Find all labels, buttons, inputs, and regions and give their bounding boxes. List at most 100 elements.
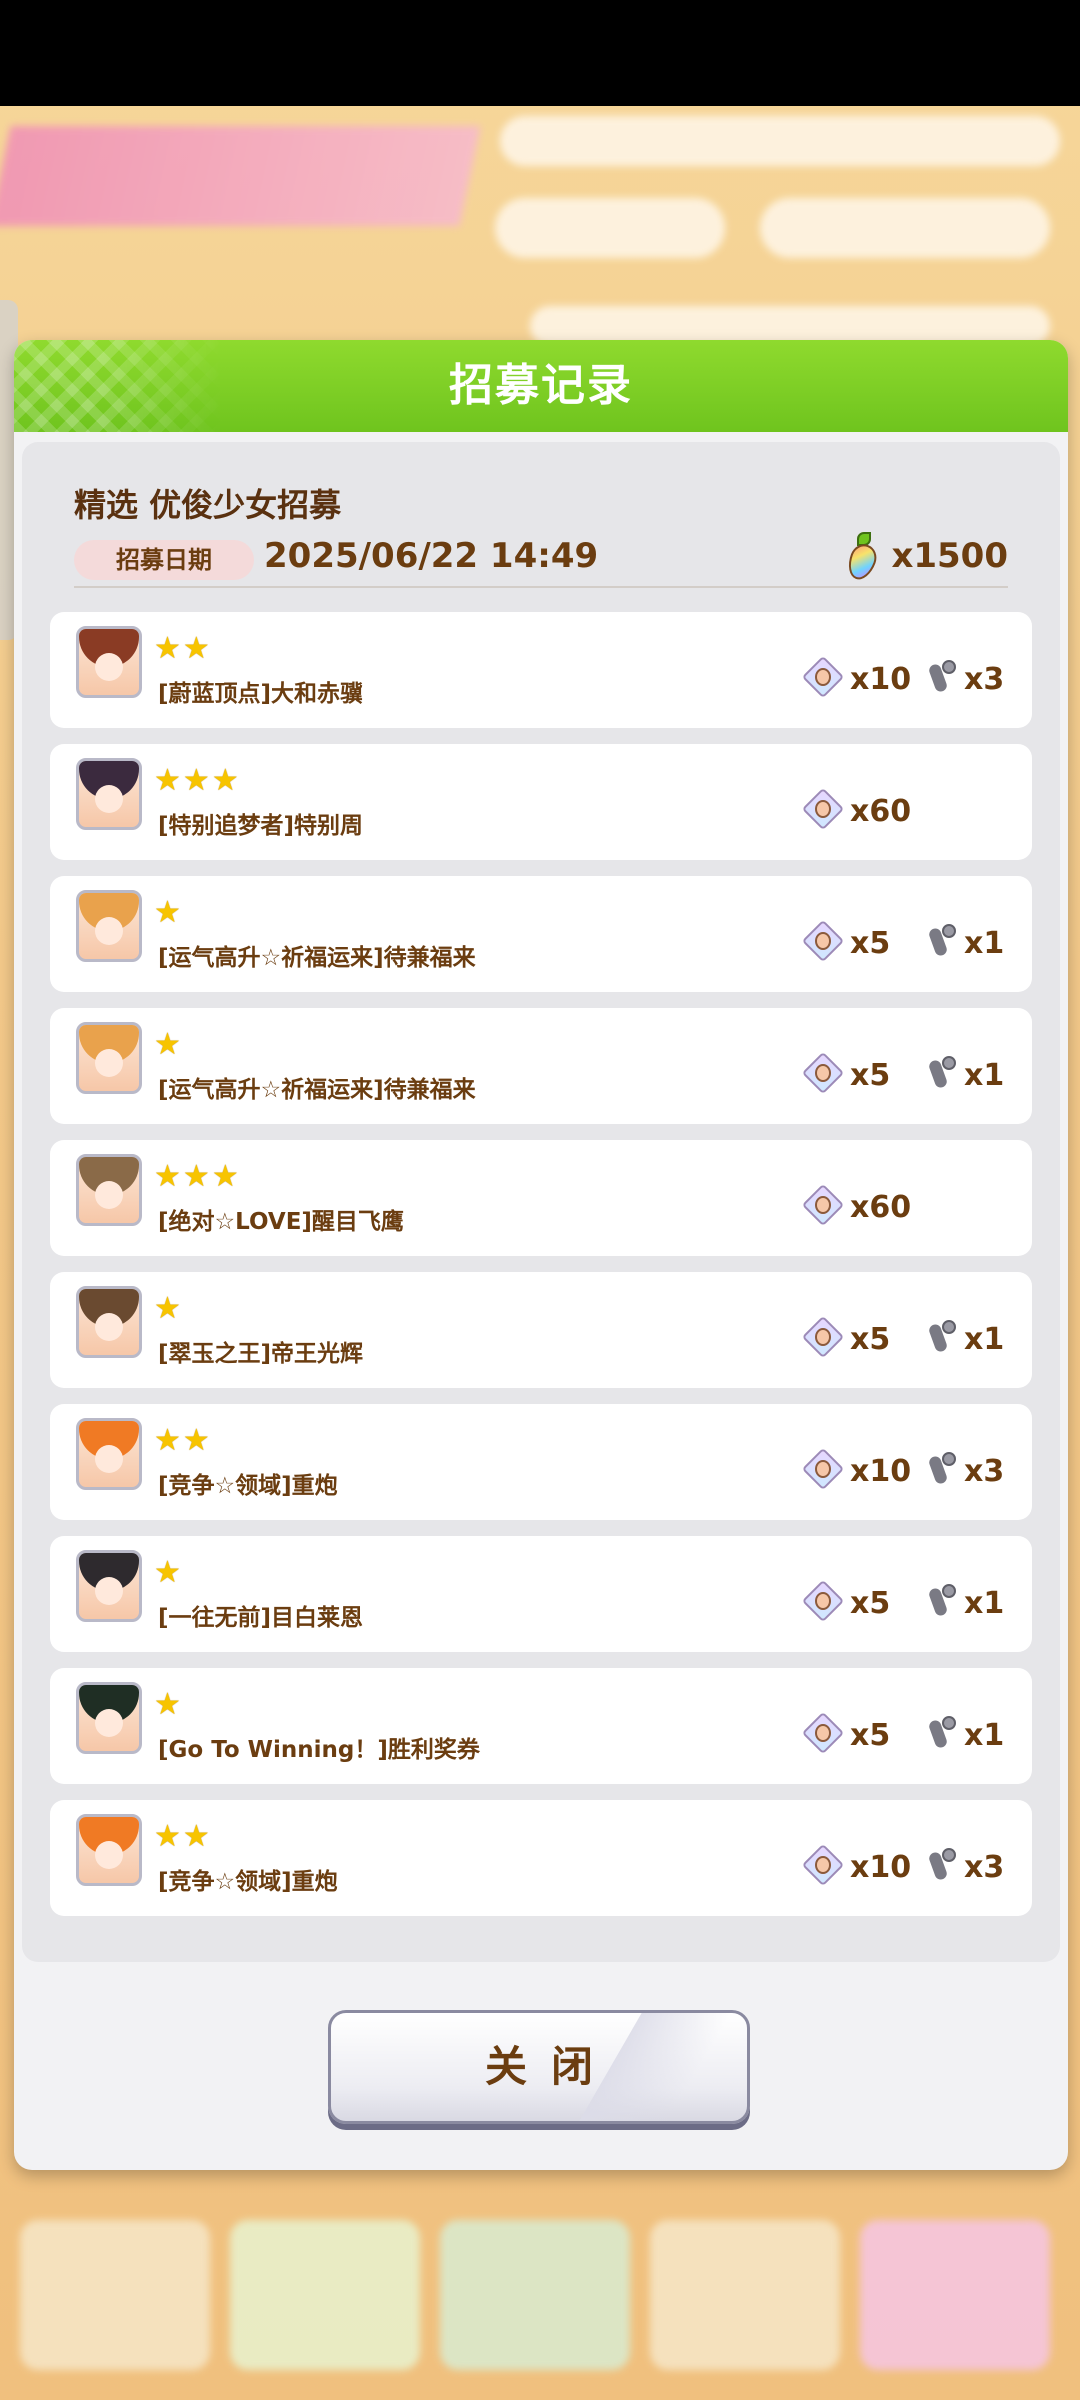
- character-avatar[interactable]: [76, 626, 142, 698]
- piece-icon: [801, 1183, 845, 1227]
- horseshoe-quantity: x1: [964, 1058, 1005, 1093]
- background-banner: [0, 126, 481, 226]
- status-bar: [0, 0, 1080, 106]
- horseshoe-quantity: x1: [964, 1586, 1005, 1621]
- horseshoe-icon: [926, 1846, 960, 1886]
- dialog-header: 招募记录: [14, 340, 1068, 432]
- character-avatar[interactable]: [76, 1022, 142, 1094]
- recruit-history-dialog: 招募记录 精选 优俊少女招募 招募日期 2025/06/22 14:49 x15…: [14, 340, 1068, 2170]
- divider: [74, 586, 1008, 588]
- piece-quantity: x5: [850, 1058, 891, 1093]
- character-avatar[interactable]: [76, 1682, 142, 1754]
- rarity-stars: ★ ★: [154, 1426, 210, 1456]
- piece-quantity: x5: [850, 1718, 891, 1753]
- horseshoe-icon: [926, 1318, 960, 1358]
- star-icon: ★: [211, 763, 239, 798]
- piece-icon: [801, 787, 845, 831]
- piece-quantity: x60: [850, 794, 912, 829]
- background-button: [495, 198, 725, 258]
- piece-icon: [801, 655, 845, 699]
- character-avatar[interactable]: [76, 1154, 142, 1226]
- horseshoe-icon: [926, 1054, 960, 1094]
- horseshoe-icon: [926, 658, 960, 698]
- piece-quantity: x10: [850, 1850, 912, 1885]
- horseshoe-quantity: x1: [964, 1718, 1005, 1753]
- background-tab: [20, 2220, 210, 2370]
- star-icon: ★: [182, 1159, 210, 1194]
- star-icon: ★: [154, 1687, 181, 1722]
- cost-display: x1500: [844, 530, 1008, 584]
- rarity-stars: ★ ★: [154, 1822, 210, 1852]
- character-avatar[interactable]: [76, 1418, 142, 1490]
- character-name: [运气高升☆祈福运来]待兼福来: [158, 1077, 476, 1103]
- banner-name: 精选 优俊少女招募: [74, 486, 342, 524]
- star-icon: ★: [154, 895, 181, 930]
- result-row: ★ [翠玉之王]帝王光辉 x5 x1: [50, 1272, 1032, 1388]
- star-icon: ★: [154, 1423, 181, 1458]
- piece-quantity: x5: [850, 926, 891, 961]
- result-row: ★ ★ [竞争☆领域]重炮 x10 x3: [50, 1404, 1032, 1520]
- close-button[interactable]: 关闭: [328, 2010, 750, 2124]
- date-value: 2025/06/22 14:49: [264, 536, 599, 576]
- dialog-title: 招募记录: [449, 360, 633, 411]
- horseshoe-quantity: x1: [964, 926, 1005, 961]
- horseshoe-icon: [926, 1450, 960, 1490]
- horseshoe-quantity: x3: [964, 1850, 1005, 1885]
- result-row: ★ ★ ★ [绝对☆LOVE]醒目飞鹰 x60: [50, 1140, 1032, 1256]
- piece-quantity: x5: [850, 1586, 891, 1621]
- character-name: [竞争☆领域]重炮: [158, 1473, 338, 1499]
- background-tab: [860, 2220, 1050, 2370]
- piece-icon: [801, 1447, 845, 1491]
- star-icon: ★: [182, 763, 210, 798]
- rarity-stars: ★: [154, 1294, 181, 1324]
- rarity-stars: ★: [154, 1558, 181, 1588]
- piece-quantity: x60: [850, 1190, 912, 1225]
- star-icon: ★: [154, 763, 181, 798]
- character-avatar[interactable]: [76, 1814, 142, 1886]
- piece-icon: [801, 919, 845, 963]
- star-icon: ★: [182, 631, 210, 666]
- character-name: [一往无前]目白莱恩: [158, 1605, 364, 1631]
- character-avatar[interactable]: [76, 758, 142, 830]
- piece-icon: [801, 1579, 845, 1623]
- horseshoe-icon: [926, 1714, 960, 1754]
- result-row: ★ [一往无前]目白莱恩 x5 x1: [50, 1536, 1032, 1652]
- cost-value: x1500: [891, 536, 1008, 576]
- horseshoe-icon: [926, 1582, 960, 1622]
- horseshoe-icon: [926, 922, 960, 962]
- background-tab: [650, 2220, 840, 2370]
- character-avatar[interactable]: [76, 1550, 142, 1622]
- rarity-stars: ★ ★ ★: [154, 766, 239, 796]
- rarity-stars: ★ ★: [154, 634, 210, 664]
- character-name: [运气高升☆祈福运来]待兼福来: [158, 945, 476, 971]
- star-icon: ★: [154, 631, 181, 666]
- character-avatar[interactable]: [76, 1286, 142, 1358]
- result-row: ★ ★ [蔚蓝顶点]大和赤骥 x10 x3: [50, 612, 1032, 728]
- character-name: [蔚蓝顶点]大和赤骥: [158, 681, 364, 707]
- character-name: [绝对☆LOVE]醒目飞鹰: [158, 1209, 404, 1235]
- character-name: [特别追梦者]特别周: [158, 813, 364, 839]
- character-avatar[interactable]: [76, 890, 142, 962]
- rarity-stars: ★: [154, 898, 181, 928]
- piece-icon: [801, 1711, 845, 1755]
- background-button: [760, 198, 1050, 258]
- rarity-stars: ★ ★ ★: [154, 1162, 239, 1192]
- character-name: [翠玉之王]帝王光辉: [158, 1341, 364, 1367]
- piece-quantity: x10: [850, 662, 912, 697]
- piece-icon: [801, 1051, 845, 1095]
- star-icon: ★: [182, 1423, 210, 1458]
- background-tab: [440, 2220, 630, 2370]
- date-label: 招募日期: [74, 540, 254, 580]
- horseshoe-quantity: x3: [964, 662, 1005, 697]
- star-icon: ★: [211, 1159, 239, 1194]
- star-icon: ★: [154, 1819, 181, 1854]
- character-name: [Go To Winning！]胜利奖券: [158, 1737, 480, 1763]
- star-icon: ★: [182, 1819, 210, 1854]
- star-icon: ★: [154, 1027, 181, 1062]
- result-row: ★ [运气高升☆祈福运来]待兼福来 x5 x1: [50, 1008, 1032, 1124]
- rarity-stars: ★: [154, 1030, 181, 1060]
- background-currency-bar: [500, 116, 1060, 166]
- result-row: ★ ★ ★ [特别追梦者]特别周 x60: [50, 744, 1032, 860]
- close-button-label: 关闭: [484, 2042, 617, 2091]
- result-row: ★ ★ [竞争☆领域]重炮 x10 x3: [50, 1800, 1032, 1916]
